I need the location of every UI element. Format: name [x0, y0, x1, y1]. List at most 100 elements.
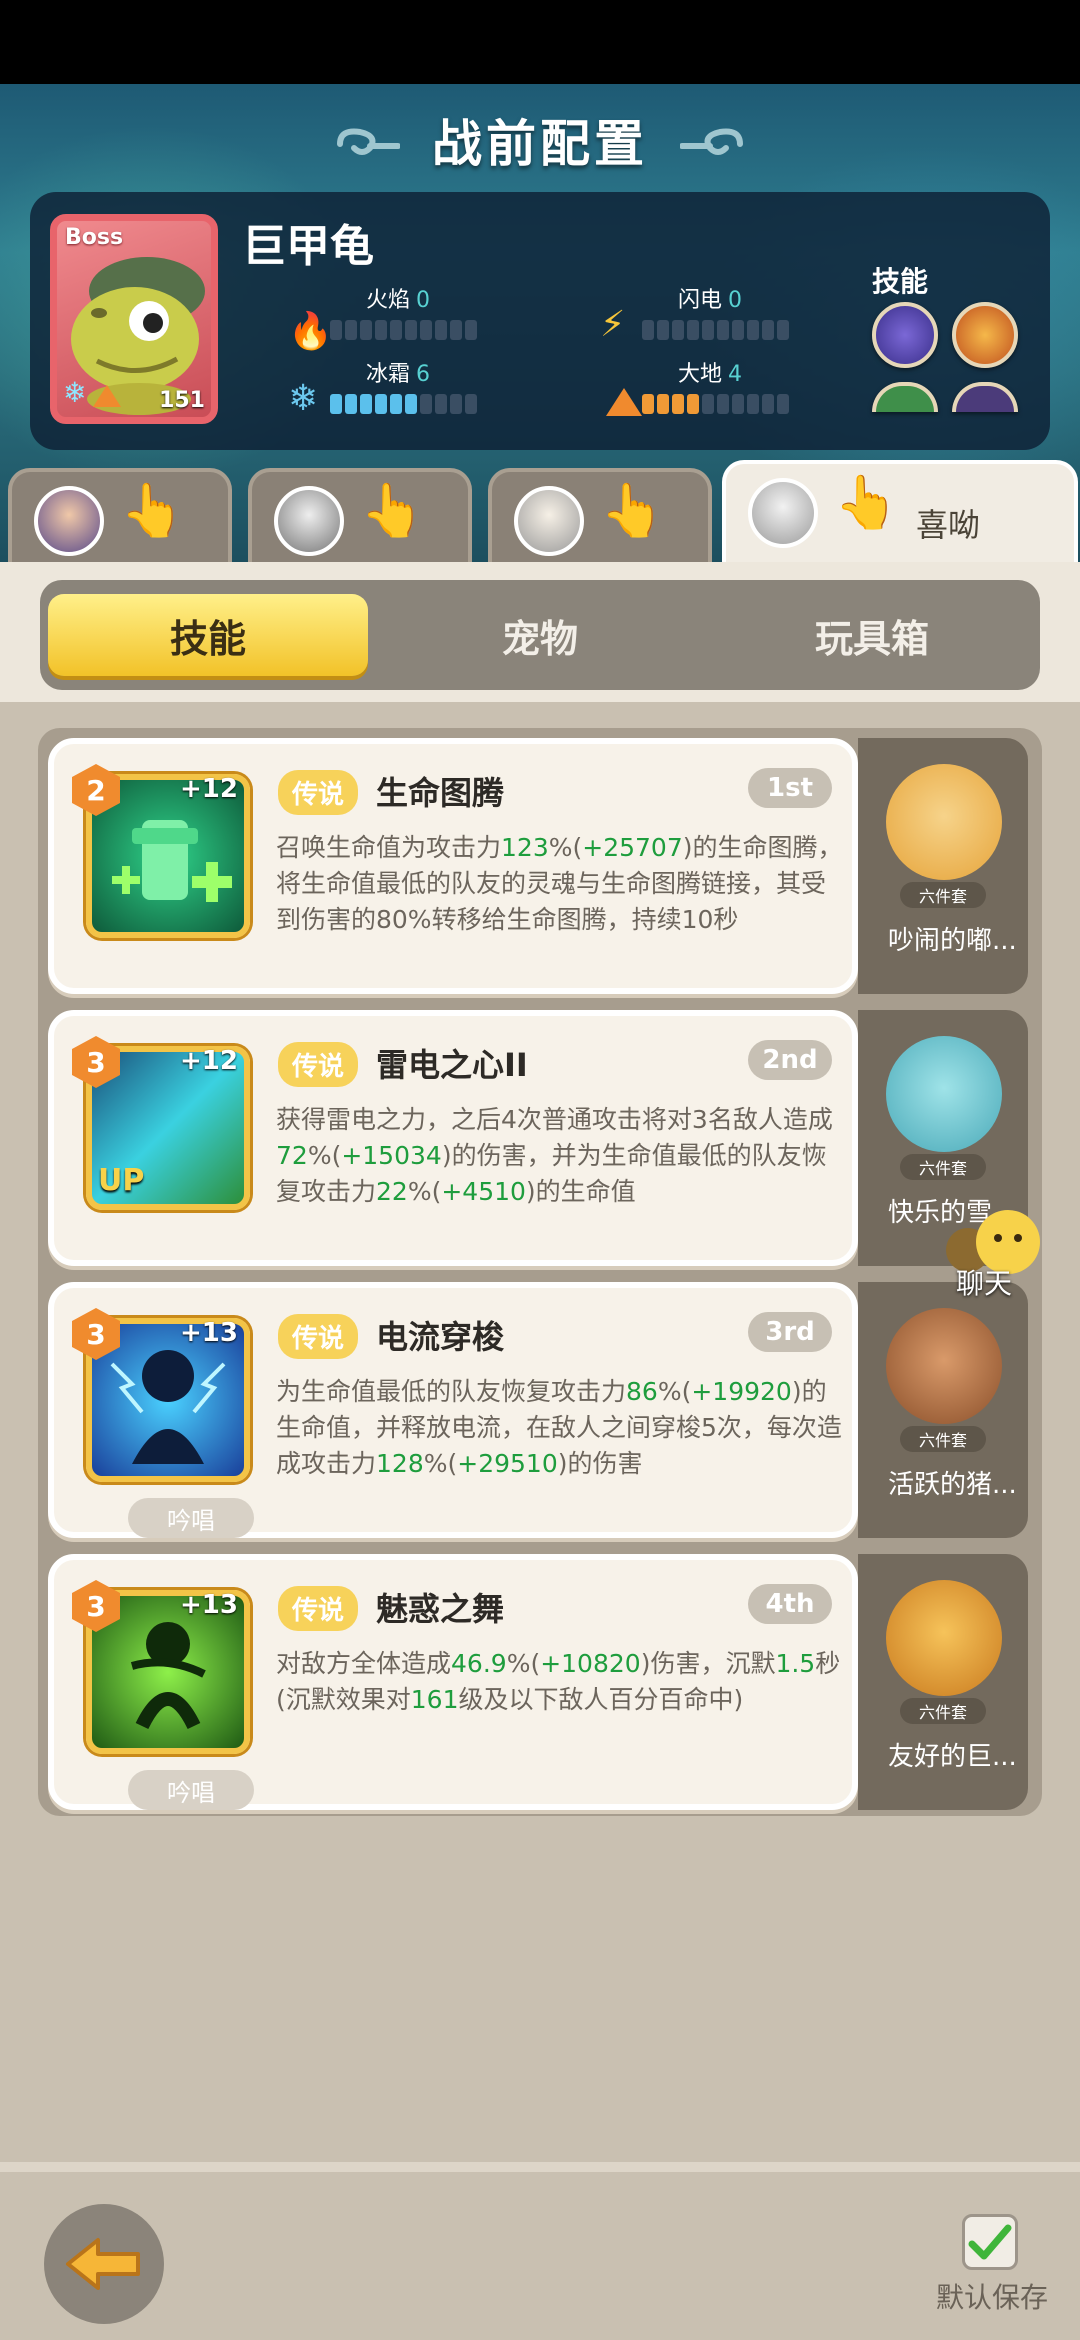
highlight-value: 22: [376, 1177, 408, 1206]
boss-portrait[interactable]: Boss ❄ 151: [50, 214, 218, 424]
pet-card[interactable]: 六件套 吵闹的嘟...: [858, 738, 1028, 994]
tab-toybox[interactable]: 玩具箱: [712, 594, 1032, 676]
pointer-hand-icon: 👆: [120, 481, 185, 541]
level-segment: [642, 394, 654, 414]
pet-set-badge: 六件套: [900, 1154, 986, 1180]
description-text: %(: [657, 1377, 692, 1406]
highlight-value: +10820: [540, 1649, 641, 1678]
skill-name: 雷电之心II: [376, 1046, 528, 1084]
pet-name: 吵闹的嘟...: [888, 926, 1017, 956]
level-segment: [747, 394, 759, 414]
pet-chick-icon: [886, 764, 1002, 880]
hero-avatar: [748, 478, 818, 548]
skill-name: 电流穿梭: [376, 1318, 505, 1356]
frost-icon: ❄: [288, 378, 319, 419]
pet-card[interactable]: 六件套 活跃的猪...: [858, 1282, 1028, 1538]
pet-set-badge: 六件套: [900, 882, 986, 908]
hero-tab-1[interactable]: 👆: [8, 468, 232, 564]
level-segment: [390, 320, 402, 340]
description-text: )的伤害: [557, 1449, 643, 1478]
category-tabs-wrapper: 技能 宠物 玩具箱: [0, 562, 1080, 702]
hero-tab-4[interactable]: 👆 喜呦: [722, 460, 1078, 572]
default-save-label[interactable]: 默认保存: [936, 2276, 1048, 2316]
level-segment: [717, 320, 729, 340]
level-segment: [672, 320, 684, 340]
earth-icon: [606, 388, 642, 416]
level-segment: [762, 320, 774, 340]
arrow-left-icon: [66, 2238, 140, 2290]
highlight-value: 72: [276, 1141, 308, 1170]
skill-card[interactable]: 3 +13 吟唱 传说 电流穿梭 3rd 为生命值最低的队友恢复攻击力86%(+…: [48, 1282, 858, 1538]
boss-skill-crown-icon[interactable]: [952, 302, 1018, 368]
boss-skill-third-icon[interactable]: [872, 382, 938, 412]
pet-card[interactable]: 六件套 友好的巨...: [858, 1554, 1028, 1810]
lightning-level-bar: [642, 320, 789, 340]
level-segment: [360, 320, 372, 340]
hero-tab-2[interactable]: 👆: [248, 468, 472, 564]
skill-card[interactable]: 3 +13 吟唱 传说 魅惑之舞 4th 对敌方全体造成46.9%(+10820…: [48, 1554, 858, 1810]
upgrade-up-icon: UP: [98, 1163, 145, 1198]
level-segment: [465, 320, 477, 340]
tab-pets[interactable]: 宠物: [380, 594, 700, 676]
level-segment: [672, 394, 684, 414]
level-segment: [777, 320, 789, 340]
description-text: %(: [548, 833, 583, 862]
highlight-value: +15034: [341, 1141, 442, 1170]
boss-level: 151: [159, 388, 205, 413]
legendary-badge: 传说: [278, 1314, 359, 1359]
skill-description: 为生命值最低的队友恢复攻击力86%(+19920)的生命值，并释放电流，在敌人之…: [276, 1374, 848, 1482]
fire-element-label: 火焰 0: [366, 288, 431, 313]
skill-plus-badge: +13: [180, 1590, 238, 1620]
pet-name: 友好的巨...: [888, 1742, 1017, 1772]
status-bar: [0, 0, 1080, 84]
skill-plus-badge: +13: [180, 1318, 238, 1348]
description-text: %(: [423, 1449, 458, 1478]
level-segment: [657, 394, 669, 414]
description-text: 召唤生命值为攻击力: [276, 833, 502, 862]
highlight-value: 128: [376, 1449, 424, 1478]
tab-skills[interactable]: 技能: [48, 594, 368, 676]
page-title: 战前配置: [432, 115, 648, 173]
hero-avatar: [514, 486, 584, 556]
description-text: 级及以下敌人百分百命中): [458, 1685, 744, 1714]
level-segment: [390, 394, 402, 414]
highlight-value: +25707: [582, 833, 683, 862]
skill-description: 召唤生命值为攻击力123%(+25707)的生命图腾，将生命值最低的队友的灵魂与…: [276, 830, 848, 938]
skill-description: 获得雷电之力，之后4次普通攻击将对3名敌人造成72%(+15034)的伤害，并为…: [276, 1102, 848, 1210]
level-segment: [345, 394, 357, 414]
boss-skill-fourth-icon[interactable]: [952, 382, 1018, 412]
highlight-value: 86: [626, 1377, 658, 1406]
level-segment: [330, 320, 342, 340]
hero-avatar: [34, 486, 104, 556]
level-segment: [450, 394, 462, 414]
pet-giant-icon: [886, 1580, 1002, 1696]
chat-label[interactable]: 聊天: [956, 1262, 1012, 1302]
boss-tag: Boss: [65, 225, 124, 250]
hero-tab-3[interactable]: 👆: [488, 468, 712, 564]
swirl-ornament-right: [680, 128, 743, 155]
level-segment: [360, 394, 372, 414]
lightning-element-label: 闪电 0: [678, 288, 743, 313]
skill-description: 对敌方全体造成46.9%(+10820)伤害，沉默1.5秒(沉默效果对161级及…: [276, 1646, 848, 1718]
description-text: %(: [407, 1177, 442, 1206]
level-segment: [657, 320, 669, 340]
earth-element-label: 大地 4: [678, 362, 743, 387]
back-button[interactable]: [44, 2204, 164, 2324]
boss-info-panel: Boss ❄ 151 巨甲龟 火焰 0 🔥 闪电 0 ⚡ 冰霜 6 ❄ 大地 4 技能: [30, 192, 1050, 450]
skill-card[interactable]: 2 +12 传说 生命图腾 1st 召唤生命值为攻击力123%(+25707)的…: [48, 738, 858, 994]
description-text: 为生命值最低的队友恢复攻击力: [276, 1377, 627, 1406]
level-segment: [687, 394, 699, 414]
level-segment: [717, 394, 729, 414]
boss-skill-swirl-icon[interactable]: [872, 302, 938, 368]
description-text: %(: [506, 1649, 541, 1678]
pet-set-badge: 六件套: [900, 1426, 986, 1452]
level-segment: [450, 320, 462, 340]
skill-plus-badge: +12: [180, 1046, 238, 1076]
pet-set-badge: 六件套: [900, 1698, 986, 1724]
level-segment: [702, 320, 714, 340]
default-save-checkbox[interactable]: [962, 2214, 1018, 2270]
chant-badge: 吟唱: [128, 1498, 254, 1538]
skill-card[interactable]: UP 3 +12 传说 雷电之心II 2nd 获得雷电之力，之后4次普通攻击将对…: [48, 1010, 858, 1266]
level-segment: [375, 320, 387, 340]
level-segment: [375, 394, 387, 414]
